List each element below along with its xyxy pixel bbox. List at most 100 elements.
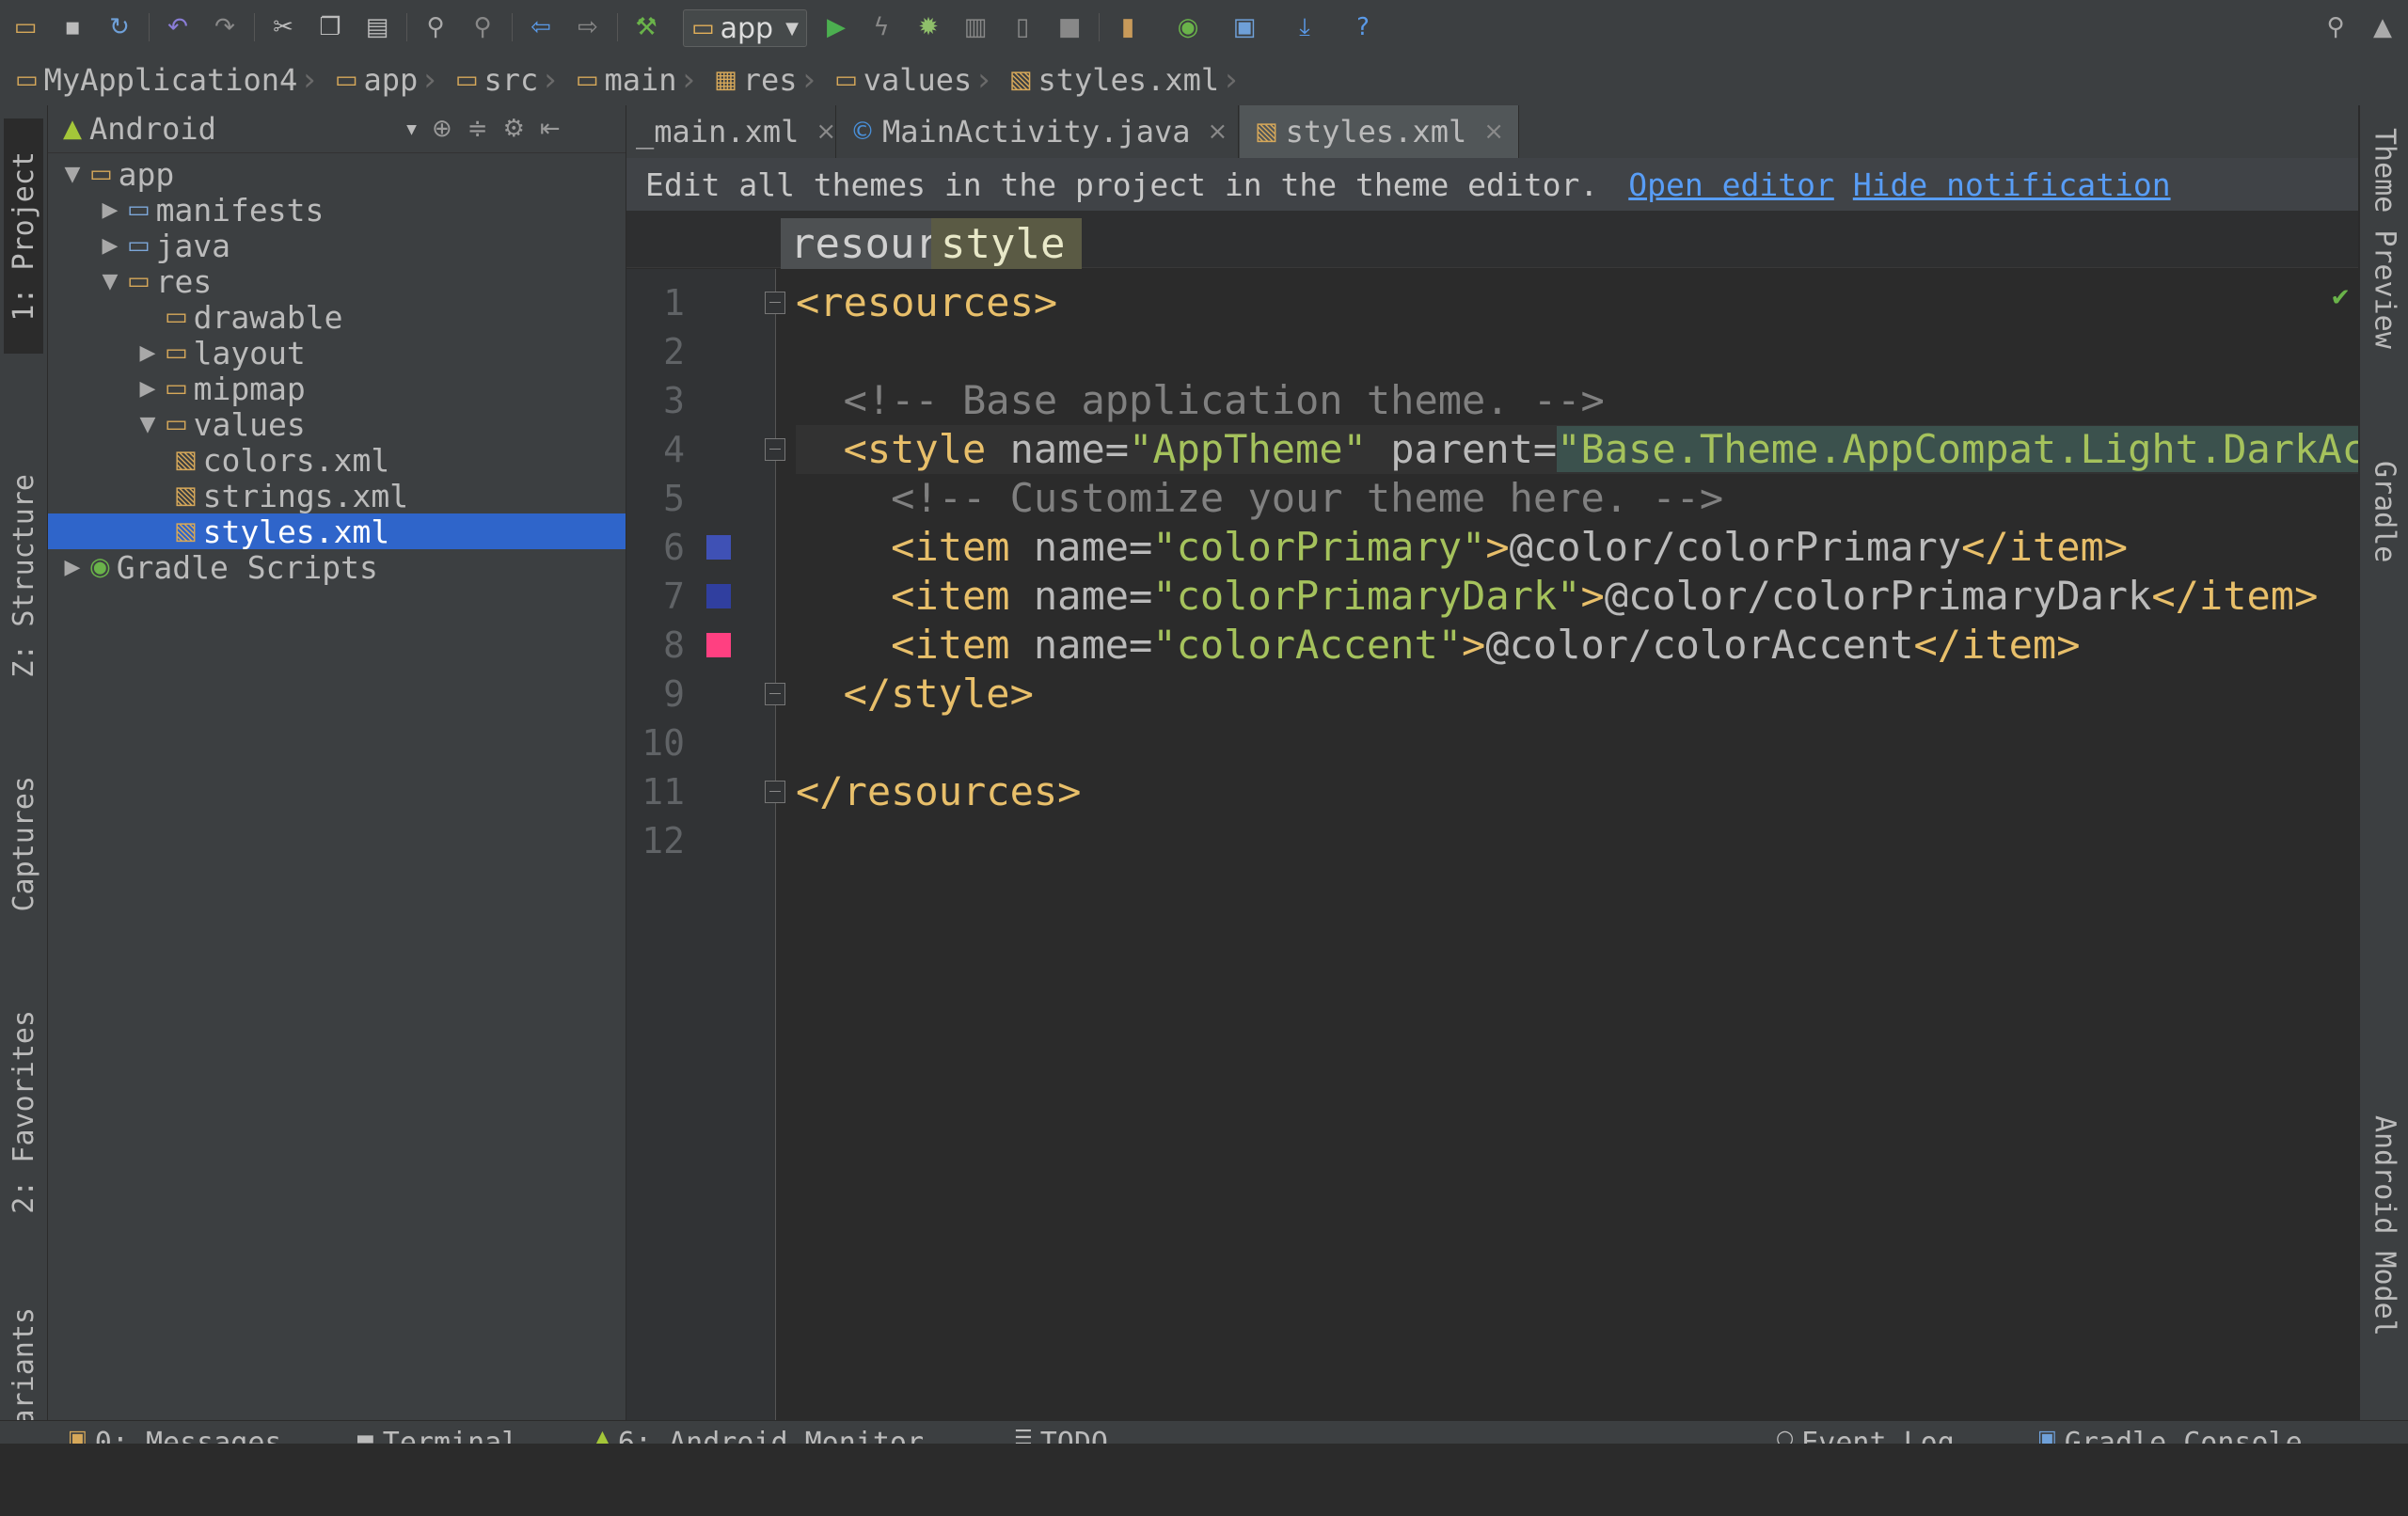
tree-item[interactable]: ▼ ▭ app	[48, 156, 626, 193]
redo-icon[interactable]: ↷	[209, 11, 241, 43]
project-view-select[interactable]: ▲ Android ▼	[48, 105, 424, 152]
collapsed-arrow-icon[interactable]: ▶	[99, 198, 121, 222]
scroll-from-source-icon[interactable]: ⊕	[432, 115, 452, 143]
chevron-down-icon: ▼	[406, 118, 417, 139]
avd-manager-icon[interactable]: ▮	[1112, 11, 1144, 43]
gear-icon[interactable]: ⚙	[503, 115, 525, 143]
event-log-icon: ○	[1776, 1427, 1795, 1444]
sync-icon[interactable]: ↻	[103, 11, 135, 43]
theme-preview-tool-tab[interactable]: Theme Preview	[2364, 128, 2405, 438]
breadcrumb-item[interactable]: ▭ main ›	[561, 55, 699, 105]
tree-item[interactable]: ▧ colors.xml	[48, 442, 626, 479]
fold-marker-icon[interactable]	[765, 683, 785, 705]
messages-tool-tab[interactable]: ▣ 0: Messages	[68, 1427, 281, 1444]
tree-item[interactable]: ▼ ▭ res	[48, 263, 626, 300]
expanded-arrow-icon[interactable]: ▼	[136, 413, 159, 436]
copy-icon[interactable]: ❐	[314, 11, 346, 43]
android-monitor-tool-tab[interactable]: ▲ 6: Android Monitor	[594, 1427, 924, 1444]
sdk-manager-icon[interactable]: ◉	[1172, 11, 1204, 43]
replace-icon[interactable]: ⚲	[467, 11, 499, 43]
collapsed-arrow-icon[interactable]: ▶	[61, 556, 84, 579]
hide-notification-link[interactable]: Hide notification	[1853, 166, 2171, 203]
fold-marker-icon[interactable]	[765, 292, 785, 314]
breadcrumb-item[interactable]: ▦ res ›	[699, 55, 819, 105]
expanded-arrow-icon[interactable]: ▼	[99, 270, 121, 293]
back-icon[interactable]: ⇦	[525, 11, 557, 43]
fold-marker-icon[interactable]	[765, 781, 785, 803]
tab-styles-xml[interactable]: ▧ styles.xml ×	[1240, 105, 1519, 158]
breadcrumb-item[interactable]: ▭ values ›	[819, 55, 994, 105]
project-tool-tab[interactable]: 1: Project	[4, 118, 43, 354]
search-everywhere-icon[interactable]: ⚲	[2320, 11, 2352, 43]
color-swatch[interactable]	[706, 584, 731, 608]
breadcrumb-item[interactable]: ▭ src ›	[440, 55, 561, 105]
folder-icon: ▭	[834, 66, 858, 94]
xml-crumb-resources[interactable]: resources	[781, 218, 1014, 269]
folder-icon: ▭	[89, 160, 113, 188]
help-icon[interactable]: ?	[1347, 11, 1379, 43]
collapsed-arrow-icon[interactable]: ▶	[136, 341, 159, 365]
breadcrumb-item[interactable]: ▭ MyApplication4 ›	[0, 55, 320, 105]
folder-icon: ▭	[165, 303, 188, 331]
project-structure-icon[interactable]: ▣	[1228, 11, 1260, 43]
terminal-tool-tab[interactable]: ▬ Terminal	[356, 1427, 518, 1444]
todo-tool-tab[interactable]: ☰ TODO	[1014, 1427, 1108, 1444]
save-icon[interactable]: ▪	[56, 11, 88, 43]
expanded-arrow-icon[interactable]: ▼	[61, 163, 84, 186]
tree-item[interactable]: ▧ styles.xml	[48, 513, 626, 550]
tree-item[interactable]: ▭ drawable	[48, 299, 626, 336]
open-folder-icon[interactable]: ▭	[9, 11, 41, 43]
apply-changes-icon[interactable]: ϟ	[865, 11, 897, 43]
xml-file-icon: ▧	[174, 517, 198, 545]
stop-icon[interactable]: ■	[1054, 11, 1085, 43]
close-icon[interactable]: ×	[816, 118, 836, 146]
user-icon[interactable]: ▲	[2367, 11, 2399, 43]
gradle-console-tool-tab[interactable]: ▣ Gradle Console	[2037, 1427, 2303, 1444]
tree-item[interactable]: ▶ ▭ manifests	[48, 192, 626, 229]
open-editor-link[interactable]: Open editor	[1628, 166, 1834, 203]
collapsed-arrow-icon[interactable]: ▶	[136, 377, 159, 401]
tree-item[interactable]: ▶ ▭ layout	[48, 335, 626, 371]
run-icon[interactable]: ▶	[820, 11, 852, 43]
tab-mainactivity-java[interactable]: © MainActivity.java ×	[835, 105, 1239, 158]
close-icon[interactable]: ×	[1483, 118, 1504, 146]
color-swatch[interactable]	[706, 535, 731, 560]
code-line-4: <style name="AppTheme" parent="Base.Them…	[796, 425, 2358, 474]
find-icon[interactable]: ⚲	[420, 11, 452, 43]
collapsed-arrow-icon[interactable]: ▶	[99, 234, 121, 258]
code-line-11: </resources>	[796, 768, 1082, 814]
make-project-icon[interactable]: ⚒	[630, 11, 662, 43]
close-icon[interactable]: ×	[1208, 118, 1228, 146]
folder-icon: ▭	[127, 267, 150, 295]
line-number: 12	[642, 820, 685, 861]
attach-debugger-icon[interactable]: ▯	[1006, 11, 1038, 43]
cut-icon[interactable]: ✂	[267, 11, 299, 43]
download-icon[interactable]: ⤓	[1289, 11, 1321, 43]
android-model-tool-tab[interactable]: Android Model	[2364, 1115, 2405, 1416]
undo-icon[interactable]: ↶	[162, 11, 194, 43]
main-toolbar: ▭ ▪ ↻ ↶ ↷ ✂ ❐ ▤ ⚲ ⚲ ⇦ ⇨ ⚒ ▭ app ▼ ▶ ϟ ✹ …	[0, 0, 2408, 55]
paste-icon[interactable]: ▤	[361, 11, 393, 43]
build-variants-tool-tab[interactable]: Variants	[4, 1234, 43, 1516]
hide-panel-icon[interactable]: ⇤	[540, 115, 561, 143]
fold-marker-icon[interactable]	[765, 438, 785, 461]
xml-crumb-style[interactable]: style	[931, 218, 1082, 269]
tree-item[interactable]: ▶ ▭ mipmap	[48, 371, 626, 407]
gradle-tool-tab[interactable]: Gradle	[2364, 461, 2405, 705]
forward-icon[interactable]: ⇨	[572, 11, 604, 43]
tree-item[interactable]: ▼ ▭ values	[48, 406, 626, 443]
profile-icon[interactable]: ▥	[959, 11, 991, 43]
tab-activity-main-xml[interactable]: _main.xml ×	[626, 105, 836, 158]
tree-item[interactable]: ▶ ▭ java	[48, 228, 626, 264]
debug-icon[interactable]: ✹	[912, 11, 944, 43]
collapse-all-icon[interactable]: ≑	[467, 115, 488, 143]
event-log-tool-tab[interactable]: ○ Event Log	[1776, 1427, 1955, 1444]
breadcrumb-item[interactable]: ▧ styles.xml ›	[994, 55, 1242, 105]
run-configuration-select[interactable]: ▭ app ▼	[683, 9, 807, 47]
color-swatch[interactable]	[706, 633, 731, 657]
code-editor[interactable]: <resources> <!-- Base application theme.…	[796, 269, 2358, 1420]
tree-item[interactable]: ▧ strings.xml	[48, 478, 626, 514]
tree-item[interactable]: ▶ ◉ Gradle Scripts	[48, 549, 626, 586]
breadcrumb-item[interactable]: ▭ app ›	[320, 55, 440, 105]
code-line-5: <!-- Customize your theme here. -->	[891, 475, 1724, 521]
